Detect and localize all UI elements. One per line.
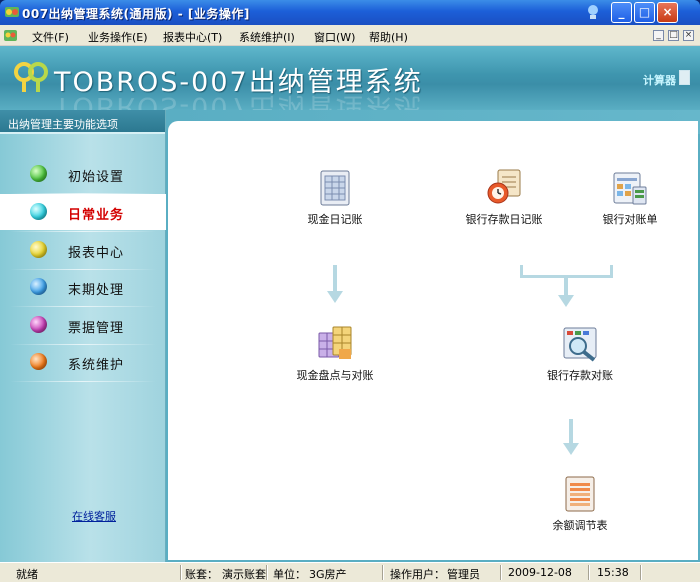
- operator-value: 管理员: [447, 568, 480, 581]
- bank-journal-button[interactable]: 银行存款日记账: [450, 167, 558, 227]
- status-time: 15:38: [597, 566, 629, 579]
- journal-book-icon: [320, 170, 350, 206]
- menu-window[interactable]: 窗口(W): [314, 29, 355, 45]
- cash-journal-label: 现金日记账: [307, 213, 363, 226]
- blue-ball-icon: [30, 278, 47, 295]
- minimize-button[interactable]: _: [611, 2, 632, 23]
- sidebar-item-initial-setup[interactable]: 初始设置: [0, 156, 166, 192]
- window-title: 007出纳管理系统(通用版) - [业务操作]: [22, 7, 250, 21]
- sidebar-item-label: 票据管理: [68, 321, 125, 336]
- cyan-ball-icon: [30, 203, 47, 220]
- main-area: 现金日记账 银行存款日记账 银行对账单 现金盘点与对账 银行存款对账 余额调节表: [166, 110, 700, 562]
- sidebar-item-label: 系统维护: [68, 358, 125, 373]
- mdi-restore-button[interactable]: □: [668, 30, 679, 41]
- bank-statement-button[interactable]: 银行对账单: [594, 169, 666, 227]
- menu-bar: 文件(F) 业务操作(E) 报表中心(T) 系统维护(I) 窗口(W) 帮助(H…: [0, 25, 700, 46]
- balance-table-icon: [565, 476, 595, 512]
- help-bulb-icon[interactable]: [586, 4, 600, 20]
- account-value: 演示账套: [222, 568, 266, 581]
- cash-count-button[interactable]: 现金盘点与对账: [286, 323, 384, 383]
- sidebar-item-label: 末期处理: [68, 283, 125, 298]
- bank-journal-label: 银行存款日记账: [465, 213, 543, 226]
- cash-journal-button[interactable]: 现金日记账: [294, 169, 376, 227]
- magnifier-report-icon: [563, 327, 597, 362]
- divider: [640, 565, 642, 580]
- divider: [10, 381, 156, 382]
- divider: [382, 565, 384, 580]
- sidebar-item-period-end[interactable]: 末期处理: [0, 269, 166, 305]
- sidebar-item-bill-management[interactable]: 票据管理: [0, 307, 166, 343]
- tobros-logo-icon: [14, 62, 48, 92]
- bank-reconcile-label: 银行存款对账: [547, 369, 613, 382]
- sidebar-header: 出纳管理主要功能选项: [0, 110, 165, 134]
- calendar-clock-icon: [487, 169, 521, 204]
- calculator-icon[interactable]: [679, 70, 690, 85]
- menu-file[interactable]: 文件(F): [32, 29, 69, 45]
- arrow-down-icon: [327, 265, 343, 303]
- bank-statement-label: 银行对账单: [602, 213, 658, 226]
- online-service-link[interactable]: 在线客服: [72, 508, 116, 524]
- title-bar: 007出纳管理系统(通用版) - [业务操作] _ □ ×: [0, 0, 700, 25]
- calculator-link[interactable]: 计算器: [643, 72, 676, 88]
- app-icon[interactable]: [4, 4, 20, 20]
- sidebar-item-daily-business[interactable]: 日常业务: [0, 194, 166, 230]
- account-label: 账套：: [185, 568, 218, 581]
- sidebar-item-system-maintenance[interactable]: 系统维护: [0, 344, 166, 380]
- sidebar: 出纳管理主要功能选项 初始设置 日常业务 报表中心 末期处理 票据管理 系统维护…: [0, 110, 166, 562]
- menu-reports[interactable]: 报表中心(T): [163, 29, 222, 45]
- yellow-ball-icon: [30, 241, 47, 258]
- merge-arrow-icon: [520, 265, 613, 307]
- status-date: 2009-12-08: [508, 566, 572, 579]
- magenta-ball-icon: [30, 316, 47, 333]
- mdi-minimize-button[interactable]: _: [653, 30, 664, 41]
- menu-system[interactable]: 系统维护(I): [239, 29, 295, 45]
- green-ball-icon: [30, 165, 47, 182]
- unit-value: 3G房产: [309, 568, 347, 581]
- status-bar: 就绪 账套： 演示账套 单位： 3G房产 操作用户： 管理员 2009-12-0…: [0, 562, 700, 582]
- divider: [180, 565, 182, 580]
- arrow-down-icon: [563, 419, 579, 455]
- close-button[interactable]: ×: [657, 2, 678, 23]
- sidebar-item-label: 初始设置: [68, 170, 125, 185]
- maximize-button[interactable]: □: [634, 2, 655, 23]
- balance-table-label: 余额调节表: [552, 519, 608, 532]
- brand-reflection: TOBROS-007出纳管理系统: [54, 91, 423, 110]
- sidebar-item-label: 报表中心: [68, 246, 125, 261]
- cash-count-label: 现金盘点与对账: [296, 369, 374, 382]
- divider: [588, 565, 590, 580]
- status-ready: 就绪: [16, 568, 38, 581]
- mdi-close-button[interactable]: ×: [683, 30, 694, 41]
- menu-business[interactable]: 业务操作(E): [88, 29, 148, 45]
- header-banner: TOBROS-007出纳管理系统 TOBROS-007出纳管理系统 计算器: [0, 46, 700, 110]
- document-icon[interactable]: [3, 28, 18, 43]
- divider: [500, 565, 502, 580]
- cash-count-icon: [318, 326, 352, 359]
- workflow-panel: 现金日记账 银行存款日记账 银行对账单 现金盘点与对账 银行存款对账 余额调节表: [168, 121, 698, 560]
- divider: [266, 565, 268, 580]
- unit-label: 单位：: [273, 568, 306, 581]
- menu-help[interactable]: 帮助(H): [369, 29, 408, 45]
- bank-reconcile-button[interactable]: 银行存款对账: [530, 325, 630, 383]
- orange-ball-icon: [30, 353, 47, 370]
- sidebar-item-label: 日常业务: [68, 208, 125, 223]
- operator-label: 操作用户：: [390, 568, 445, 581]
- sidebar-item-report-center[interactable]: 报表中心: [0, 232, 166, 268]
- bank-statement-icon: [613, 172, 647, 205]
- balance-table-button[interactable]: 余额调节表: [534, 475, 626, 533]
